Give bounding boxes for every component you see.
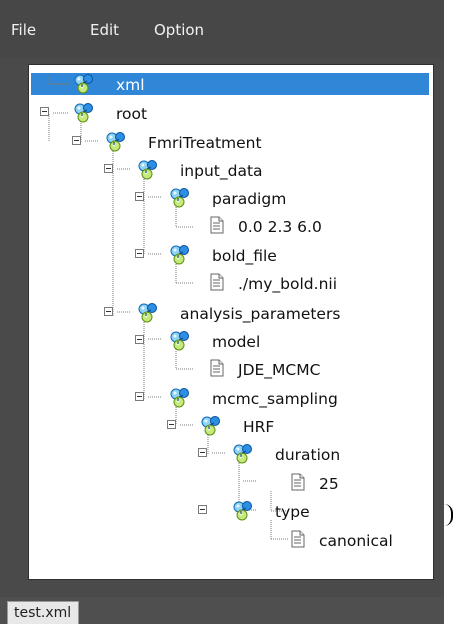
tree-node-fmri-treatment[interactable]: FmriTreatment <box>148 133 262 153</box>
tree-node-duration[interactable]: duration <box>275 445 340 465</box>
tree-node-hrf[interactable]: HRF <box>243 417 274 437</box>
molecule-icon <box>137 159 159 181</box>
molecule-icon <box>169 187 191 209</box>
molecule-icon <box>169 244 191 266</box>
collapse-toggle-mcmc-sampling[interactable] <box>135 392 144 401</box>
molecule-icon <box>105 131 127 153</box>
tree-node-analysis-parameters[interactable]: analysis_parameters <box>180 304 340 324</box>
collapse-toggle-input-data[interactable] <box>104 164 113 173</box>
collapse-toggle-analysis-parameters[interactable] <box>104 307 113 316</box>
xml-tree-view[interactable]: xml root FmriTreatment input_data paradi… <box>28 64 434 580</box>
tree-node-duration-value[interactable]: 25 <box>319 474 339 494</box>
document-icon <box>291 473 305 491</box>
molecule-icon <box>169 387 191 409</box>
tree-node-paradigm[interactable]: paradigm <box>212 189 286 209</box>
xml-editor-window: File Edit Option xml root FmriTreatment … <box>0 0 444 624</box>
collapse-toggle-model[interactable] <box>135 335 144 344</box>
status-bar: test.xml <box>0 597 444 624</box>
tree-node-type[interactable]: type <box>275 502 310 522</box>
collapse-toggle-fmri-treatment[interactable] <box>72 136 81 145</box>
molecule-icon <box>200 415 222 437</box>
document-icon <box>291 530 305 548</box>
tree-node-bold-file[interactable]: bold_file <box>212 246 277 266</box>
collapse-toggle-bold-file[interactable] <box>135 249 144 258</box>
collapse-toggle-duration[interactable] <box>198 448 207 457</box>
collapse-toggle-paradigm[interactable] <box>135 192 144 201</box>
molecule-icon <box>73 102 95 124</box>
document-icon <box>210 216 224 234</box>
tree-node-mcmc-sampling[interactable]: mcmc_sampling <box>212 389 338 409</box>
menu-bar: File Edit Option <box>0 0 444 58</box>
file-menu[interactable]: File <box>11 20 36 40</box>
document-icon <box>210 359 224 377</box>
collapse-toggle-type[interactable] <box>198 505 207 514</box>
tree-node-xml[interactable]: xml <box>116 75 145 95</box>
tree-node-model-value[interactable]: JDE_MCMC <box>238 360 320 380</box>
tree-node-type-value[interactable]: canonical <box>319 531 393 551</box>
molecule-icon <box>137 302 159 324</box>
tree-node-root[interactable]: root <box>116 104 147 124</box>
molecule-icon <box>73 73 95 95</box>
option-menu[interactable]: Option <box>154 20 204 40</box>
molecule-icon <box>232 443 254 465</box>
edit-menu[interactable]: Edit <box>90 20 119 40</box>
tree-node-input-data[interactable]: input_data <box>180 161 263 181</box>
edge-fragment <box>444 504 453 526</box>
molecule-icon <box>169 330 191 352</box>
collapse-toggle-hrf[interactable] <box>167 420 176 429</box>
tree-node-paradigm-value[interactable]: 0.0 2.3 6.0 <box>238 217 322 237</box>
molecule-icon <box>232 500 254 522</box>
tree-node-bold-file-value[interactable]: ./my_bold.nii <box>238 274 337 294</box>
collapse-toggle-root[interactable] <box>40 107 49 116</box>
tree-node-model[interactable]: model <box>212 332 260 352</box>
document-icon <box>210 273 224 291</box>
file-tab-test-xml[interactable]: test.xml <box>7 601 80 624</box>
